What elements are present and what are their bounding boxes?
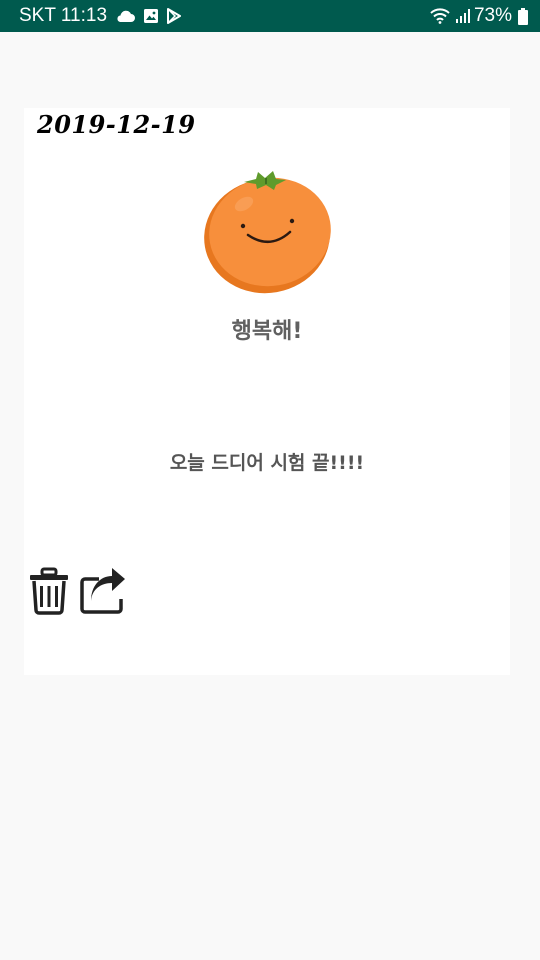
wifi-icon — [430, 8, 450, 24]
entry-date: 2019-12-19 — [37, 110, 196, 139]
delete-button[interactable] — [28, 567, 70, 619]
trash-icon — [28, 567, 70, 619]
persimmon-mood-icon — [200, 170, 336, 294]
battery-percent: 73% — [473, 5, 512, 26]
diary-entry-card[interactable]: 2019-12-19 행복해! 오늘 드디어 시험 끝!!!! — [24, 108, 510, 675]
status-bar: SKT 11:13 73% — [0, 0, 540, 32]
share-button[interactable] — [78, 568, 128, 618]
status-bar-right: 73% — [424, 5, 528, 27]
status-bar-left: SKT 11:13 — [19, 5, 182, 27]
battery-icon — [518, 7, 528, 25]
carrier-time: SKT 11:13 — [19, 5, 108, 26]
entry-content: 오늘 드디어 시험 끝!!!! — [169, 452, 365, 474]
image-icon — [143, 8, 159, 24]
share-icon — [79, 567, 127, 619]
mood-label: 행복해! — [231, 319, 303, 344]
signal-icon — [455, 9, 470, 23]
cloud-icon — [115, 9, 136, 23]
play-store-icon — [167, 8, 182, 24]
